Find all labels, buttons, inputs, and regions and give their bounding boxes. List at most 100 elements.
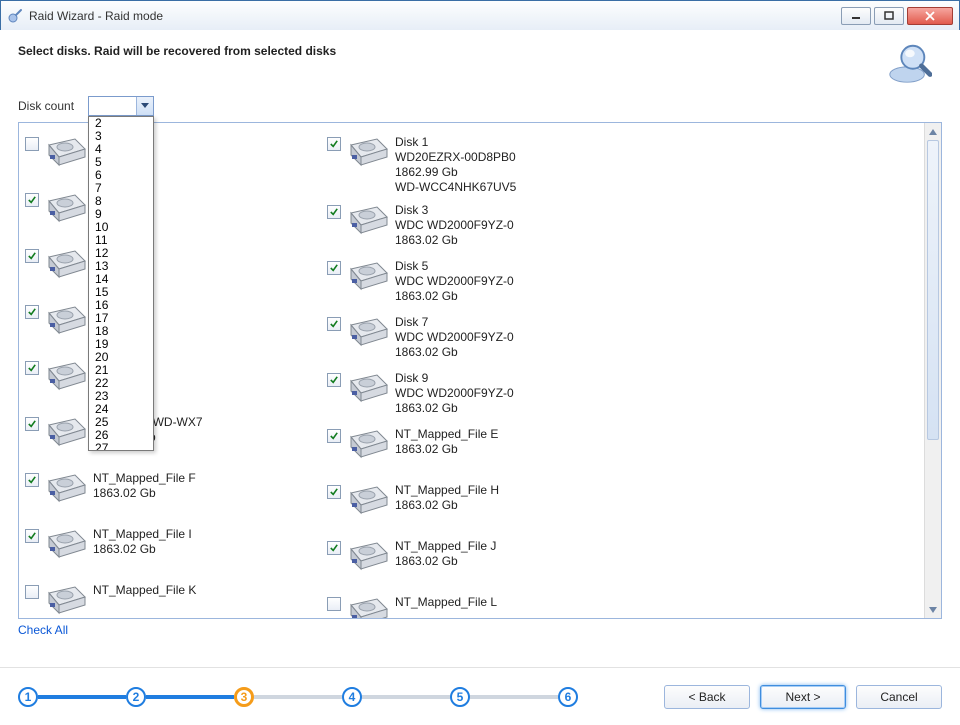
disk-checkbox[interactable] — [25, 473, 39, 487]
disk-checkbox[interactable] — [25, 529, 39, 543]
stepper: 123456 — [18, 687, 578, 707]
drive-icon — [347, 371, 389, 405]
drive-icon — [45, 247, 87, 281]
window-title: Raid Wizard - Raid mode — [29, 9, 841, 23]
drive-icon — [347, 315, 389, 349]
disk-count-label: Disk count — [18, 99, 74, 113]
step-bar — [254, 695, 342, 699]
disk-checkbox[interactable] — [327, 485, 341, 499]
disk-item[interactable]: Disk 1WD20EZRX-00D8PB01862.99 GbWD-WCC4N… — [325, 131, 627, 199]
disk-item[interactable]: Disk 7WDC WD2000F9YZ-01863.02 Gb — [325, 311, 627, 367]
step-1: 1 — [18, 687, 38, 707]
disk-item[interactable]: 0F9YZ-0 — [23, 187, 325, 243]
maximize-button[interactable] — [874, 7, 904, 25]
step-6: 6 — [558, 687, 578, 707]
step-bar — [362, 695, 450, 699]
disk-item[interactable]: Disk 9WDC WD2000F9YZ-01863.02 Gb — [325, 367, 627, 423]
disk-checkbox[interactable] — [25, 361, 39, 375]
scrollbar-thumb[interactable] — [927, 140, 939, 440]
disk-item[interactable]: NT_Mapped_File H1863.02 Gb — [325, 479, 627, 535]
drive-icon — [45, 415, 87, 449]
disk-checkbox[interactable] — [327, 205, 341, 219]
disk-item[interactable]: Disk 5WDC WD2000F9YZ-01863.02 Gb — [325, 255, 627, 311]
disk-info: Disk 9WDC WD2000F9YZ-01863.02 Gb — [395, 371, 514, 416]
disk-info: Disk 3WDC WD2000F9YZ-01863.02 Gb — [395, 203, 514, 248]
page-title: Select disks. Raid will be recovered fro… — [18, 44, 886, 58]
disk-info: NT_Mapped_File F1863.02 Gb — [93, 471, 196, 501]
disk-info: NT_Mapped_File L — [395, 595, 497, 610]
disk-list-frame: 40G049ED6 0F9YZ-0 0F9YZ-0 0F9YZ-0 0F9YZ-… — [18, 122, 942, 619]
disk-item[interactable]: NT_Mapped_File E1863.02 Gb — [325, 423, 627, 479]
step-bar — [470, 695, 558, 699]
disk-item[interactable]: 40G049ED6 — [23, 131, 325, 187]
step-bar — [146, 695, 234, 699]
disk-item[interactable]: NT_Mapped_File I1863.02 Gb — [23, 523, 325, 579]
magnifier-disk-icon — [886, 40, 932, 86]
disk-checkbox[interactable] — [25, 249, 39, 263]
disk-checkbox[interactable] — [25, 193, 39, 207]
disk-item[interactable]: NT_Mapped_File F1863.02 Gb — [23, 467, 325, 523]
disk-checkbox[interactable] — [25, 585, 39, 599]
disk-checkbox[interactable] — [327, 373, 341, 387]
disk-info: Disk 7WDC WD2000F9YZ-01863.02 Gb — [395, 315, 514, 360]
next-button[interactable]: Next > — [760, 685, 846, 709]
window-buttons — [841, 7, 953, 25]
drive-icon — [347, 483, 389, 517]
disk-checkbox[interactable] — [327, 137, 341, 151]
disk-item[interactable]: NT_Mapped_File K — [23, 579, 325, 618]
wizard-footer: 123456 < Back Next > Cancel — [0, 667, 960, 725]
vertical-scrollbar[interactable] — [924, 123, 941, 618]
close-button[interactable] — [907, 7, 953, 25]
disk-info: NT_Mapped_File J1863.02 Gb — [395, 539, 496, 569]
drive-icon — [45, 583, 87, 617]
step-5: 5 — [450, 687, 470, 707]
step-3: 3 — [234, 687, 254, 707]
drive-icon — [347, 203, 389, 237]
step-4: 4 — [342, 687, 362, 707]
titlebar: Raid Wizard - Raid mode — [1, 1, 959, 31]
disk-count-combo[interactable]: 2345678910111213141516171819202122232425… — [88, 96, 154, 116]
app-icon — [7, 8, 23, 24]
disk-item[interactable]: SATA0 SN:WD-WX71862.99 Gb — [23, 411, 325, 467]
check-all-link[interactable]: Check All — [18, 623, 942, 637]
drive-icon — [347, 539, 389, 573]
drive-icon — [45, 135, 87, 169]
step-bar — [38, 695, 126, 699]
disk-info: NT_Mapped_File K — [93, 583, 196, 598]
drive-icon — [45, 191, 87, 225]
disk-checkbox[interactable] — [25, 417, 39, 431]
disk-item[interactable]: Disk 3WDC WD2000F9YZ-01863.02 Gb — [325, 199, 627, 255]
back-button[interactable]: < Back — [664, 685, 750, 709]
disk-item[interactable]: 0F9YZ-0 — [23, 243, 325, 299]
disk-checkbox[interactable] — [25, 305, 39, 319]
dropdown-arrow-icon[interactable] — [136, 97, 153, 115]
disk-checkbox[interactable] — [25, 137, 39, 151]
disk-checkbox[interactable] — [327, 429, 341, 443]
disk-item[interactable]: NT_Mapped_File L — [325, 591, 627, 618]
disk-checkbox[interactable] — [327, 541, 341, 555]
disk-item[interactable]: 0F9YZ-0 — [23, 355, 325, 411]
scroll-down-icon[interactable] — [925, 601, 941, 618]
disk-info: Disk 5WDC WD2000F9YZ-01863.02 Gb — [395, 259, 514, 304]
scroll-up-icon[interactable] — [925, 123, 941, 140]
disk-count-option[interactable]: 27 — [89, 442, 153, 451]
drive-icon — [45, 359, 87, 393]
disk-info: NT_Mapped_File I1863.02 Gb — [93, 527, 192, 557]
disk-info: Disk 1WD20EZRX-00D8PB01862.99 GbWD-WCC4N… — [395, 135, 516, 195]
drive-icon — [347, 259, 389, 293]
disk-checkbox[interactable] — [327, 261, 341, 275]
disk-checkbox[interactable] — [327, 317, 341, 331]
disk-count-value — [89, 97, 136, 115]
disk-item[interactable]: NT_Mapped_File J1863.02 Gb — [325, 535, 627, 591]
drive-icon — [347, 427, 389, 461]
cancel-button[interactable]: Cancel — [856, 685, 942, 709]
disk-info: NT_Mapped_File E1863.02 Gb — [395, 427, 498, 457]
minimize-button[interactable] — [841, 7, 871, 25]
disk-item[interactable]: 0F9YZ-0 — [23, 299, 325, 355]
drive-icon — [347, 595, 389, 618]
drive-icon — [45, 527, 87, 561]
disk-checkbox[interactable] — [327, 597, 341, 611]
disk-count-dropdown[interactable]: 2345678910111213141516171819202122232425… — [88, 116, 154, 451]
drive-icon — [45, 303, 87, 337]
disk-info: NT_Mapped_File H1863.02 Gb — [395, 483, 499, 513]
